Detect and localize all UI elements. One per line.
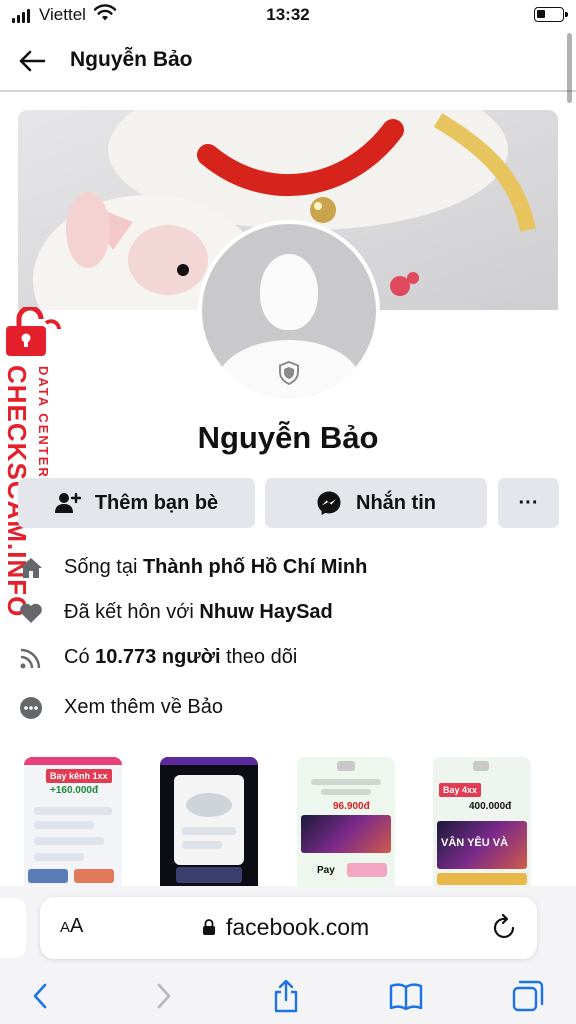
info-relationship: Đã kết hôn với Nhuw HaySad xyxy=(0,595,576,631)
info-lives-in: Sống tại Thành phố Hồ Chí Minh xyxy=(0,550,576,586)
forward-nav-button[interactable] xyxy=(144,976,184,1016)
bookmarks-button[interactable] xyxy=(386,976,426,1016)
home-icon xyxy=(18,555,44,581)
profile-avatar[interactable] xyxy=(198,220,380,402)
arrow-left-icon xyxy=(19,50,46,72)
add-friend-label: Thêm bạn bè xyxy=(94,491,219,514)
previous-tab-peek[interactable] xyxy=(0,898,26,958)
relationship-partner[interactable]: Nhuw HaySad xyxy=(199,601,332,623)
reload-icon[interactable] xyxy=(492,913,518,941)
scrollbar[interactable] xyxy=(567,33,572,103)
add-friend-button[interactable]: Thêm bạn bè xyxy=(18,478,255,528)
add-friend-icon xyxy=(54,492,81,514)
url-text[interactable]: facebook.com xyxy=(226,914,369,941)
share-icon xyxy=(274,979,298,1013)
followers-prefix: Có xyxy=(64,646,96,668)
featured-thumbnail[interactable] xyxy=(160,757,258,887)
followers-count: 10.773 người xyxy=(95,646,221,668)
followers-suffix: theo dõi xyxy=(220,646,298,668)
more-dots-icon xyxy=(18,695,44,721)
featured-thumbnail[interactable]: Bay kênh 1xx +160.000đ xyxy=(24,757,122,887)
lock-icon xyxy=(6,307,61,356)
share-button[interactable] xyxy=(266,976,306,1016)
lock-icon xyxy=(203,919,215,935)
battery-icon xyxy=(534,7,568,22)
reader-text-size-button[interactable]: AA xyxy=(60,915,83,938)
featured-amount: 96.900đ xyxy=(333,801,370,812)
clock: 13:32 xyxy=(266,5,310,24)
header-title: Nguyễn Bảo xyxy=(70,48,193,71)
more-options-icon: ··· xyxy=(518,491,539,514)
back-button[interactable] xyxy=(14,45,50,77)
heart-icon xyxy=(18,600,44,626)
status-bar: Viettel 13:32 xyxy=(0,0,576,32)
more-options-button[interactable]: ··· xyxy=(498,478,559,528)
message-label: Nhắn tin xyxy=(356,491,436,514)
tabs-button[interactable] xyxy=(508,976,548,1016)
tabs-icon xyxy=(512,980,544,1012)
shield-icon xyxy=(279,360,299,386)
relationship-prefix: Đã kết hôn với xyxy=(64,601,200,623)
lives-in-value[interactable]: Thành phố Hồ Chí Minh xyxy=(143,556,367,578)
book-icon xyxy=(389,983,423,1010)
chevron-right-icon xyxy=(157,983,171,1009)
profile-name: Nguyễn Bảo xyxy=(197,420,379,455)
featured-tag: Bay 4xx xyxy=(439,783,482,797)
browser-toolbar xyxy=(0,970,576,1024)
message-button[interactable]: Nhắn tin xyxy=(265,478,487,528)
followers-feed-icon xyxy=(18,645,44,671)
messenger-icon xyxy=(316,490,342,516)
info-followers[interactable]: Có 10.773 người theo dõi xyxy=(0,640,576,676)
see-more-about[interactable]: Xem thêm về Bảo xyxy=(0,690,576,726)
featured-extra: VÂN YÊU VÀ xyxy=(441,837,509,849)
browser-address-area: AA facebook.com xyxy=(0,886,576,970)
featured-amount: 400.000đ xyxy=(469,801,512,812)
featured-tag: Bay kênh 1xx xyxy=(46,769,112,783)
featured-amount: +160.000đ xyxy=(50,785,99,796)
lives-in-prefix: Sống tại xyxy=(64,556,143,578)
see-more-label: Xem thêm về Bảo xyxy=(64,696,223,718)
address-bar[interactable]: AA facebook.com xyxy=(40,897,537,959)
featured-thumbnail[interactable]: Bay 4xx 400.000đ VÂN YÊU VÀ xyxy=(433,757,531,887)
chevron-left-icon xyxy=(33,983,47,1009)
featured-thumbnail[interactable]: 96.900đ Pay xyxy=(297,757,395,887)
profile-header: Nguyễn Bảo xyxy=(0,32,576,92)
back-nav-button[interactable] xyxy=(20,976,60,1016)
featured-extra: Pay xyxy=(317,865,335,876)
